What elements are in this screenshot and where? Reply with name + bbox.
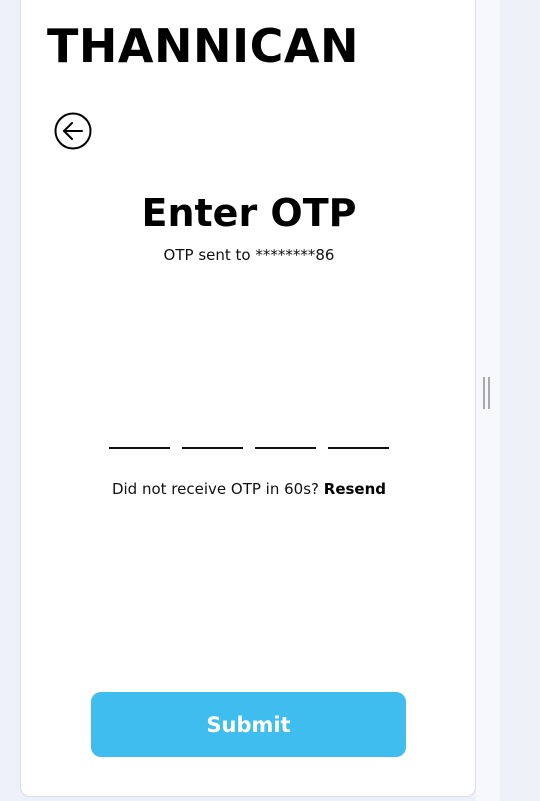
otp-digit-4[interactable] bbox=[328, 411, 389, 449]
otp-digit-3[interactable] bbox=[255, 411, 316, 449]
submit-button[interactable]: Submit bbox=[91, 692, 406, 757]
otp-digit-1[interactable] bbox=[109, 411, 170, 449]
right-panel bbox=[500, 0, 540, 801]
brand-title: THANNICAN bbox=[47, 19, 359, 73]
page-title: Enter OTP bbox=[141, 191, 357, 235]
back-button[interactable] bbox=[54, 112, 92, 150]
otp-digit-2[interactable] bbox=[182, 411, 243, 449]
resend-row: Did not receive OTP in 60s? Resend bbox=[21, 480, 477, 498]
resend-prompt: Did not receive OTP in 60s? bbox=[111, 480, 319, 498]
otp-input-group bbox=[109, 411, 389, 449]
arrow-left-circle-icon bbox=[54, 112, 92, 150]
app-viewport: THANNICAN Enter OTP OTP sent to ********… bbox=[0, 0, 540, 801]
resend-link[interactable]: Resend bbox=[324, 480, 386, 498]
otp-sent-text: OTP sent to ********86 bbox=[163, 246, 335, 264]
resize-handle-icon[interactable] bbox=[483, 377, 491, 409]
otp-card: THANNICAN Enter OTP OTP sent to ********… bbox=[20, 0, 476, 797]
